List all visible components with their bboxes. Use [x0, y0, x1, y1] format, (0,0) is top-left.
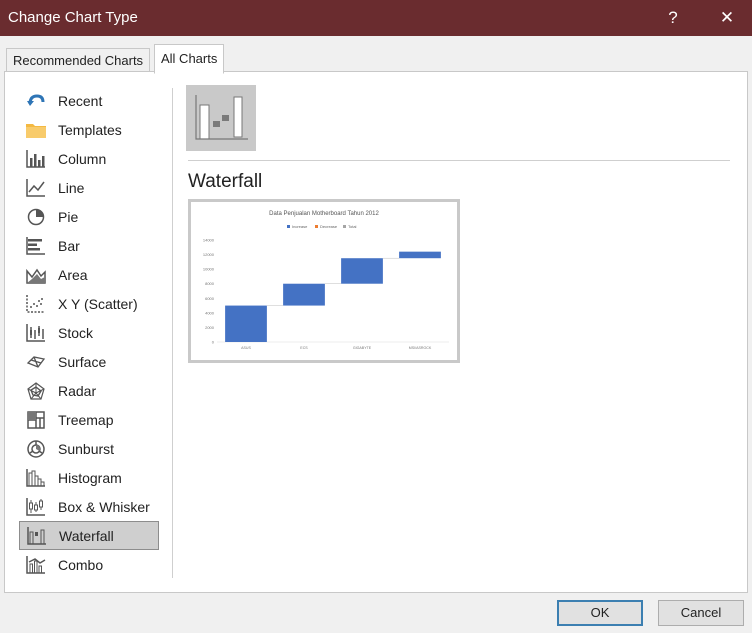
preview-x-axis: ASUS ECS GIGABYTE MSI/ASROCK: [241, 346, 432, 350]
y-tick-label: 8000: [205, 281, 215, 286]
sidebar-item-label: Area: [58, 266, 88, 283]
box-whisker-chart-icon: [25, 496, 47, 518]
waterfall-subtype-thumbnail[interactable]: [186, 85, 256, 151]
legend-label: Increase: [292, 224, 308, 229]
y-tick-label: 4000: [205, 310, 215, 315]
x-tick-label: MSI/ASROCK: [409, 346, 432, 350]
sidebar-item-label: Pie: [58, 208, 79, 225]
waterfall-bar: [283, 283, 325, 306]
sidebar-item-label: Box & Whisker: [58, 498, 150, 515]
sidebar-item-label: X Y (Scatter): [58, 295, 138, 312]
waterfall-chart-icon: [26, 525, 48, 547]
ok-button[interactable]: OK: [557, 600, 643, 626]
sidebar-item-label: Surface: [58, 353, 107, 370]
scatter-chart-icon: [25, 293, 47, 315]
sidebar-item-label: Column: [58, 150, 107, 167]
sunburst-chart-icon: [25, 438, 47, 460]
sidebar-divider: [172, 88, 173, 578]
sidebar-item-label: Bar: [58, 237, 80, 254]
chart-type-list: Recent Templates Column Line Pie Bar Are…: [19, 86, 159, 579]
sidebar-item-histogram[interactable]: Histogram: [19, 463, 159, 492]
preview-legend: Increase Decrease Total: [287, 224, 357, 229]
x-tick-label: ASUS: [241, 346, 251, 350]
sidebar-item-waterfall[interactable]: Waterfall: [19, 521, 159, 550]
sidebar-item-treemap[interactable]: Treemap: [19, 405, 159, 434]
recent-icon: [25, 90, 47, 112]
help-button[interactable]: ?: [660, 5, 686, 31]
templates-folder-icon: [25, 119, 47, 141]
histogram-chart-icon: [25, 467, 47, 489]
title-bar: Change Chart Type ? ✕: [0, 0, 752, 36]
sidebar-item-radar[interactable]: Radar: [19, 376, 159, 405]
legend-swatch: [287, 225, 290, 228]
sidebar-item-templates[interactable]: Templates: [19, 115, 159, 144]
sidebar-item-line[interactable]: Line: [19, 173, 159, 202]
sidebar-item-label: Radar: [58, 382, 97, 399]
close-button[interactable]: ✕: [714, 5, 740, 31]
sidebar-item-label: Waterfall: [59, 527, 114, 544]
pie-chart-icon: [25, 206, 47, 228]
waterfall-bar: [341, 258, 383, 284]
sidebar-item-label: Combo: [58, 556, 104, 573]
sidebar-item-stock[interactable]: Stock: [19, 318, 159, 347]
legend-label: Decrease: [320, 224, 338, 229]
area-chart-icon: [25, 264, 47, 286]
sidebar-item-label: Sunburst: [58, 440, 115, 457]
legend-swatch: [315, 225, 318, 228]
header-divider: [188, 160, 730, 161]
sidebar-item-box-whisker[interactable]: Box & Whisker: [19, 492, 159, 521]
column-chart-icon: [25, 148, 47, 170]
sidebar-item-recent[interactable]: Recent: [19, 86, 159, 115]
chart-preview[interactable]: Data Penjualan Motherboard Tahun 2012 In…: [188, 199, 460, 363]
sidebar-item-label: Recent: [58, 92, 103, 109]
bar-chart-icon: [25, 235, 47, 257]
y-tick-label: 14000: [203, 238, 215, 243]
legend-swatch: [343, 225, 346, 228]
sidebar-item-label: Stock: [58, 324, 94, 341]
sidebar-item-pie[interactable]: Pie: [19, 202, 159, 231]
sidebar-item-scatter[interactable]: X Y (Scatter): [19, 289, 159, 318]
sidebar-item-combo[interactable]: Combo: [19, 550, 159, 579]
selected-chart-type-title: Waterfall: [188, 171, 263, 192]
tab-all-charts[interactable]: All Charts: [154, 44, 225, 74]
sidebar-item-column[interactable]: Column: [19, 144, 159, 173]
preview-bars: [225, 251, 441, 342]
line-chart-icon: [25, 177, 47, 199]
preview-y-axis: 0 2000 4000 6000 8000 10000 12000 14000: [203, 238, 215, 345]
sidebar-item-sunburst[interactable]: Sunburst: [19, 434, 159, 463]
all-charts-panel: Recent Templates Column Line Pie Bar Are…: [4, 71, 748, 593]
y-tick-label: 6000: [205, 296, 215, 301]
sidebar-item-bar[interactable]: Bar: [19, 231, 159, 260]
y-tick-label: 2000: [205, 325, 215, 330]
y-tick-label: 0: [212, 340, 215, 345]
cancel-button[interactable]: Cancel: [658, 600, 744, 626]
dialog-title: Change Chart Type: [8, 9, 138, 26]
x-tick-label: GIGABYTE: [353, 346, 372, 350]
sidebar-item-surface[interactable]: Surface: [19, 347, 159, 376]
tab-recommended-charts[interactable]: Recommended Charts: [6, 48, 151, 73]
legend-label: Total: [348, 224, 357, 229]
sidebar-item-label: Line: [58, 179, 85, 196]
surface-chart-icon: [25, 351, 47, 373]
treemap-chart-icon: [25, 409, 47, 431]
sidebar-item-label: Treemap: [58, 411, 114, 428]
x-tick-label: ECS: [300, 346, 308, 350]
y-tick-label: 10000: [203, 267, 215, 272]
radar-chart-icon: [25, 380, 47, 402]
waterfall-preview-chart: Data Penjualan Motherboard Tahun 2012 In…: [203, 211, 449, 350]
tab-strip: Recommended Charts All Charts: [0, 36, 752, 74]
sidebar-item-area[interactable]: Area: [19, 260, 159, 289]
combo-chart-icon: [25, 554, 47, 576]
y-tick-label: 12000: [203, 252, 215, 257]
sidebar-item-label: Templates: [58, 121, 122, 138]
stock-chart-icon: [25, 322, 47, 344]
waterfall-bar: [225, 305, 267, 342]
sidebar-item-label: Histogram: [58, 469, 122, 486]
preview-chart-title: Data Penjualan Motherboard Tahun 2012: [269, 211, 379, 217]
waterfall-bar: [399, 251, 441, 259]
waterfall-thumbnail-icon: [195, 95, 248, 140]
